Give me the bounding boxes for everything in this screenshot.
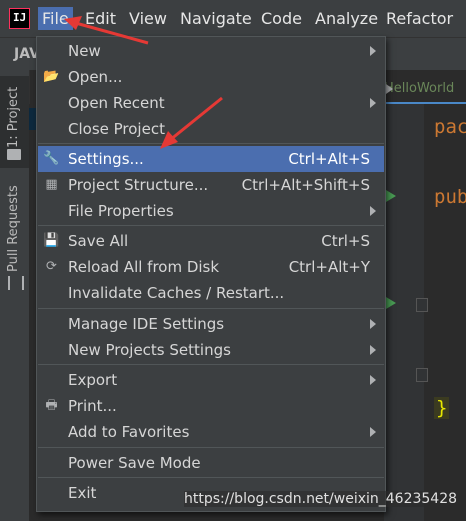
annotation-arrow-settings — [160, 96, 223, 149]
annotation-arrows — [64, 16, 223, 149]
watermark-text: https://blog.csdn.net/weixin_46235428 — [184, 491, 458, 507]
annotation-arrow-file — [64, 16, 149, 45]
